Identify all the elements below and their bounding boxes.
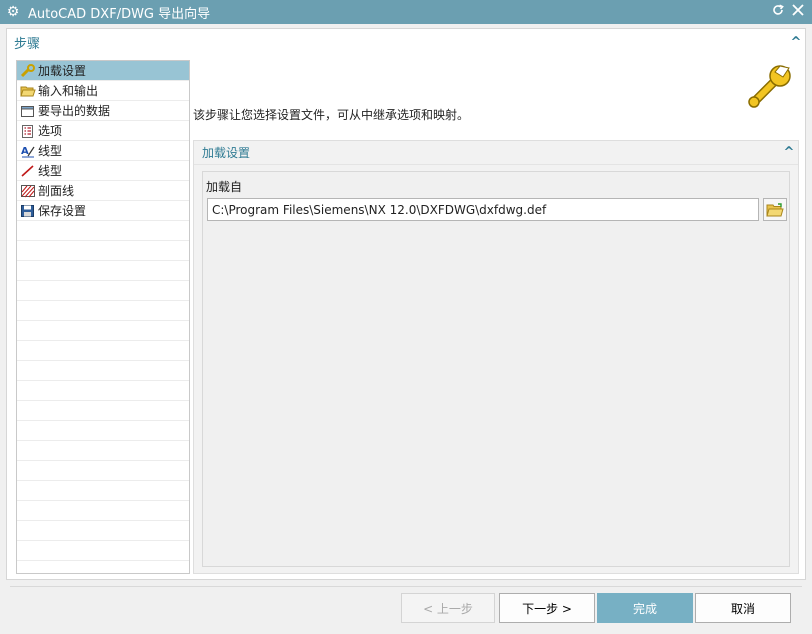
step-list-empty-row [17,341,189,361]
step-item-input-output[interactable]: 输入和输出 [17,81,189,101]
step-item-hatch[interactable]: 剖面线 [17,181,189,201]
step-item-label: 要导出的数据 [38,104,111,118]
step-list-empty-row [17,281,189,301]
step-list-empty-row [17,481,189,501]
load-from-panel: 加载自 [202,171,790,567]
step-list-empty-row [17,381,189,401]
finish-button[interactable]: 完成 [597,593,693,623]
data-window-icon [19,103,37,119]
step-item-label: 选项 [38,124,63,138]
step-list-empty-row [17,501,189,521]
chevron-up-icon[interactable]: ^ [780,145,798,160]
cancel-button[interactable]: 取消 [695,593,791,623]
step-list-empty-row [17,401,189,421]
reset-icon[interactable] [768,3,788,21]
options-list-icon [19,123,37,139]
next-button[interactable]: 下一步 > [499,593,595,623]
step-item-load-settings[interactable]: 加载设置 [17,61,189,81]
step-list-empty-row [17,541,189,561]
step-description: 该步骤让您选择设置文件，可从中继承选项和映射。 [193,108,470,122]
load-from-label: 加载自 [206,180,243,194]
wizard-body: 步骤 ^ 加载设置 输入和输出 要导出的数据 选项 A 线型 线型 剖面线 保存… [6,28,806,580]
gear-icon[interactable]: ⚙ [2,4,24,20]
step-item-label: 线型 [38,144,63,158]
step-list-empty-row [17,321,189,341]
step-list-empty-row [17,361,189,381]
step-item-label: 加载设置 [38,64,87,78]
step-item-text-style[interactable]: A 线型 [17,141,189,161]
line-icon [19,163,37,179]
group-header[interactable]: 加载设置 ^ [194,141,798,165]
settings-file-path-input[interactable] [207,198,759,221]
step-list-empty-row [17,261,189,281]
steps-header[interactable]: 步骤 ^ [7,29,805,55]
back-button[interactable]: < 上一步 [401,593,495,623]
step-list-empty-row [17,241,189,261]
wrench-icon [19,63,37,79]
step-item-linetype[interactable]: 线型 [17,161,189,181]
chevron-up-icon[interactable]: ^ [787,35,805,50]
folder-open-icon [19,83,37,99]
window-title: AutoCAD DXF/DWG 导出向导 [28,6,211,22]
title-bar: ⚙ AutoCAD DXF/DWG 导出向导 [0,0,812,24]
step-list-empty-row [17,441,189,461]
step-list-empty-row [17,461,189,481]
step-list-empty-row [17,221,189,241]
text-style-icon: A [19,143,37,159]
step-list-empty-row [17,421,189,441]
steps-label: 步骤 [14,36,41,52]
step-content: 该步骤让您选择设置文件，可从中继承选项和映射。 加载设置 ^ 加载自 [193,60,801,574]
step-item-label: 输入和输出 [38,84,99,98]
step-list-empty-row [17,521,189,541]
step-item-label: 剖面线 [38,184,75,198]
wrench-icon [745,62,795,110]
step-item-save-settings[interactable]: 保存设置 [17,201,189,221]
close-icon[interactable] [788,3,808,21]
footer-separator [10,586,802,587]
step-item-data-to-export[interactable]: 要导出的数据 [17,101,189,121]
browse-button[interactable] [763,198,787,221]
step-list-empty-row [17,301,189,321]
hatch-icon [19,183,37,199]
step-item-label: 保存设置 [38,204,87,218]
step-item-options[interactable]: 选项 [17,121,189,141]
step-list: 加载设置 输入和输出 要导出的数据 选项 A 线型 线型 剖面线 保存设置 [16,60,190,574]
folder-open-icon [766,202,784,216]
load-settings-group: 加载设置 ^ 加载自 [193,140,799,574]
save-icon [19,203,37,219]
step-item-label: 线型 [38,164,63,178]
group-title: 加载设置 [202,146,251,160]
